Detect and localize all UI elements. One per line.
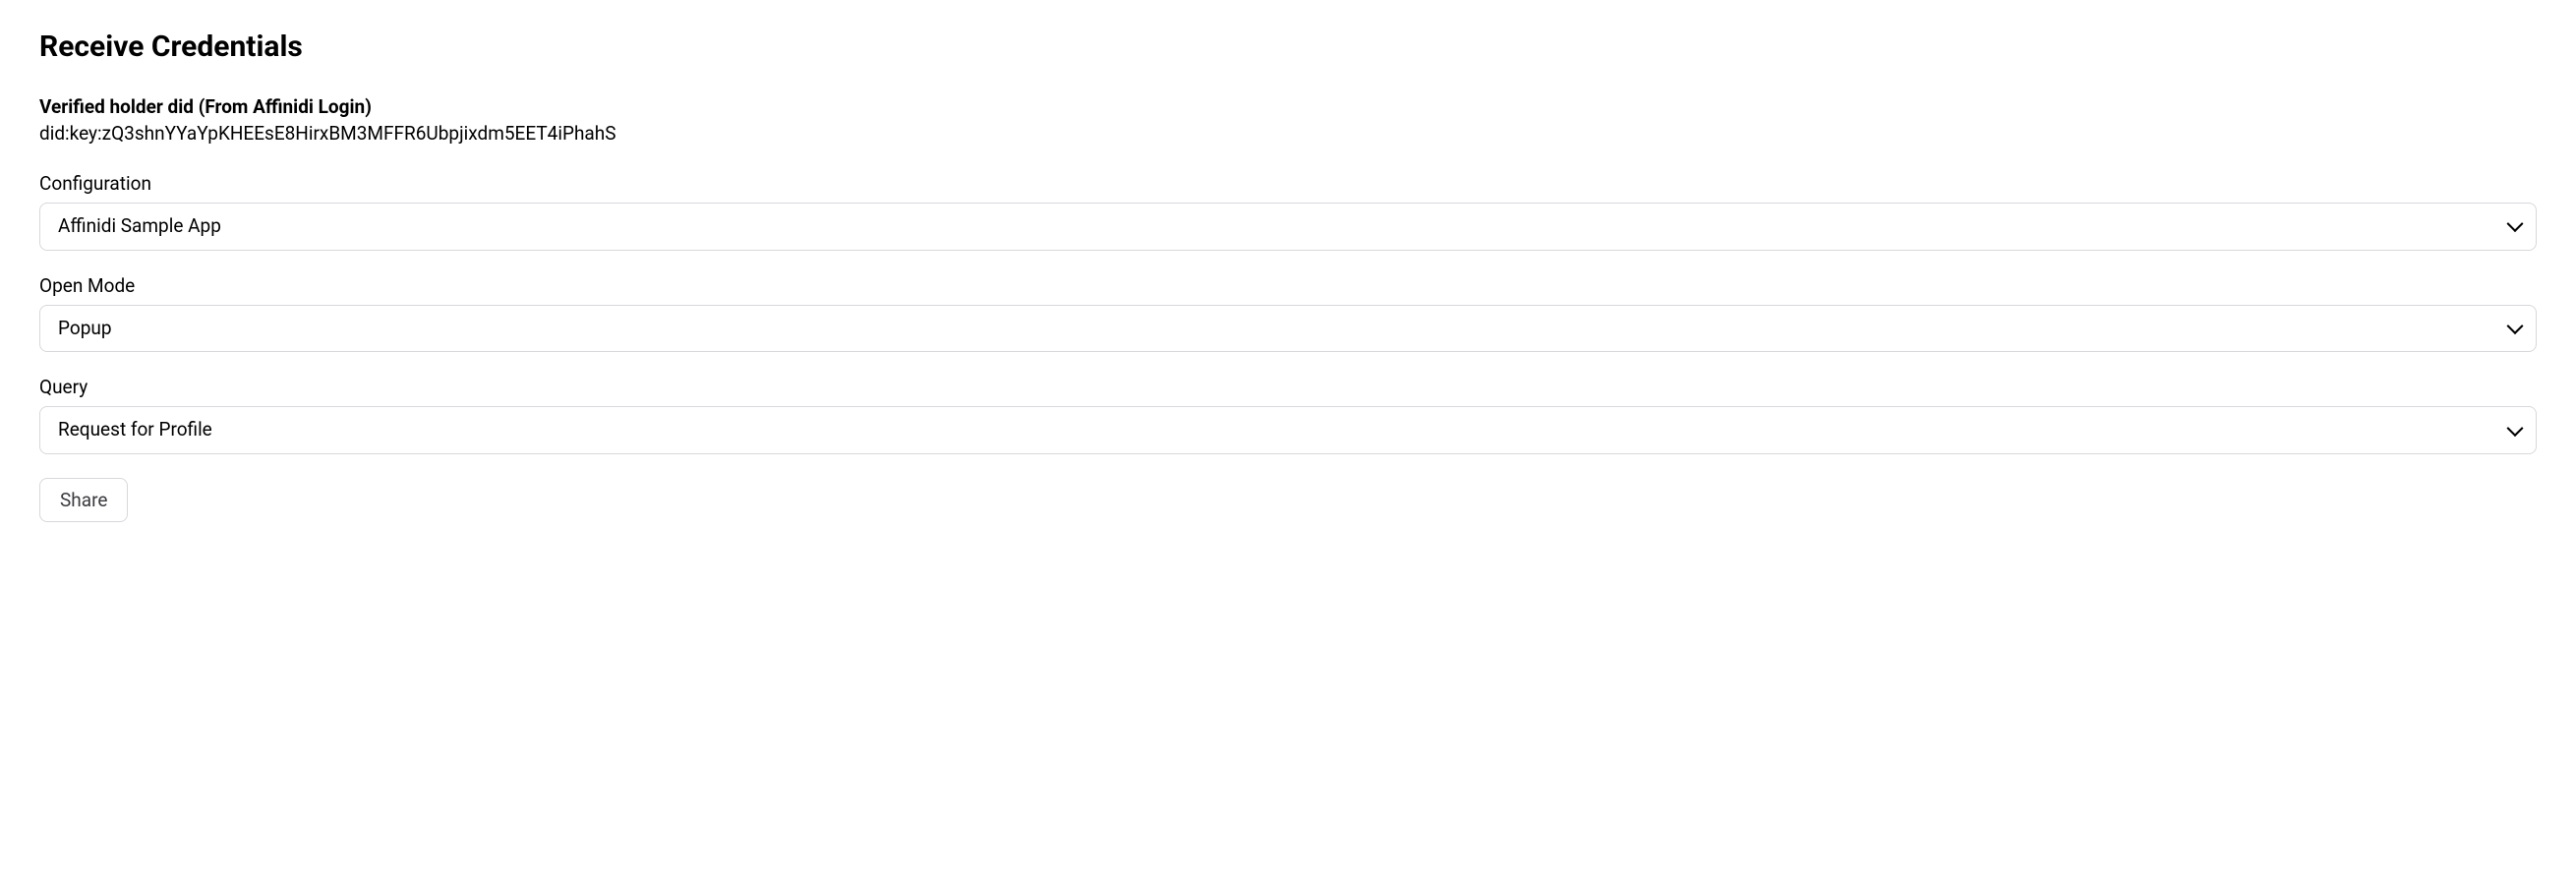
open-mode-field: Open Mode Popup xyxy=(39,274,2537,353)
holder-did-label: Verified holder did (From Affinidi Login… xyxy=(39,95,2537,118)
query-select-wrapper: Request for Profile xyxy=(39,406,2537,454)
query-field: Query Request for Profile xyxy=(39,376,2537,454)
share-button[interactable]: Share xyxy=(39,478,128,522)
holder-did-value: did:key:zQ3shnYYaYpKHEEsE8HirxBM3MFFR6Ub… xyxy=(39,122,2537,145)
configuration-field: Configuration Affinidi Sample App xyxy=(39,172,2537,251)
query-label: Query xyxy=(39,376,2537,398)
open-mode-select-wrapper: Popup xyxy=(39,305,2537,353)
configuration-select-wrapper: Affinidi Sample App xyxy=(39,203,2537,251)
open-mode-label: Open Mode xyxy=(39,274,2537,297)
configuration-label: Configuration xyxy=(39,172,2537,195)
open-mode-select[interactable]: Popup xyxy=(39,305,2537,353)
query-select[interactable]: Request for Profile xyxy=(39,406,2537,454)
holder-section: Verified holder did (From Affinidi Login… xyxy=(39,95,2537,145)
configuration-select[interactable]: Affinidi Sample App xyxy=(39,203,2537,251)
page-title: Receive Credentials xyxy=(39,29,2537,64)
